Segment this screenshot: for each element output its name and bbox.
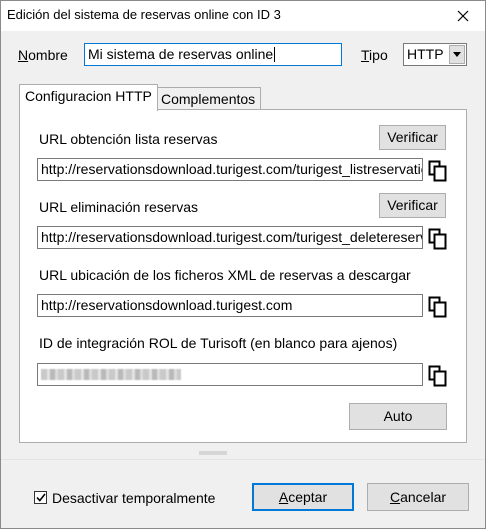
type-label: Tipo: [361, 47, 388, 63]
disable-temporarily-label[interactable]: Desactivar temporalmente: [52, 490, 215, 506]
check-icon: [35, 493, 46, 502]
list-url-label: URL obtención lista reservas: [39, 131, 218, 147]
copy-icon[interactable]: [428, 296, 448, 318]
rol-id-input[interactable]: [37, 363, 423, 386]
type-select[interactable]: HTTP: [403, 43, 467, 66]
window-title: Edición del sistema de reservas online c…: [7, 7, 281, 22]
separator: [1, 459, 485, 460]
delete-url-input[interactable]: http://reservationsdownload.turigest.com…: [37, 226, 423, 249]
dialog-window: Edición del sistema de reservas online c…: [0, 0, 486, 529]
cancel-button[interactable]: Cancelar: [367, 483, 469, 511]
redacted-value: [41, 369, 181, 380]
xml-url-input[interactable]: http://reservationsdownload.turigest.com: [37, 294, 423, 317]
disable-temporarily-checkbox[interactable]: [34, 491, 47, 504]
verify-delete-button[interactable]: Verificar: [379, 193, 446, 218]
close-button[interactable]: [441, 1, 485, 30]
accept-button[interactable]: Aceptar: [252, 483, 354, 511]
name-label: Nombre: [18, 47, 68, 63]
tab-configuracion-http[interactable]: Configuracion HTTP: [19, 84, 158, 111]
chevron-down-icon: [453, 52, 461, 57]
rol-id-label: ID de integración ROL de Turisoft (en bl…: [39, 335, 398, 351]
title-bar: Edición del sistema de reservas online c…: [1, 1, 485, 31]
tab-complementos[interactable]: Complementos: [155, 87, 262, 111]
copy-icon[interactable]: [428, 365, 448, 387]
copy-icon[interactable]: [428, 160, 448, 182]
verify-list-button[interactable]: Verificar: [379, 125, 446, 150]
delete-url-label: URL eliminación reservas: [39, 199, 198, 215]
type-select-value: HTTP: [407, 46, 444, 62]
close-icon: [457, 10, 469, 21]
name-input[interactable]: Mi sistema de reservas online: [84, 43, 342, 66]
splitter-handle[interactable]: [199, 451, 227, 455]
xml-url-label: URL ubicación de los ficheros XML de res…: [39, 267, 411, 283]
text-caret: [274, 47, 276, 62]
auto-button[interactable]: Auto: [349, 403, 447, 430]
list-url-input[interactable]: http://reservationsdownload.turigest.com…: [37, 158, 423, 181]
type-select-arrow[interactable]: [449, 45, 465, 64]
copy-icon[interactable]: [428, 228, 448, 250]
